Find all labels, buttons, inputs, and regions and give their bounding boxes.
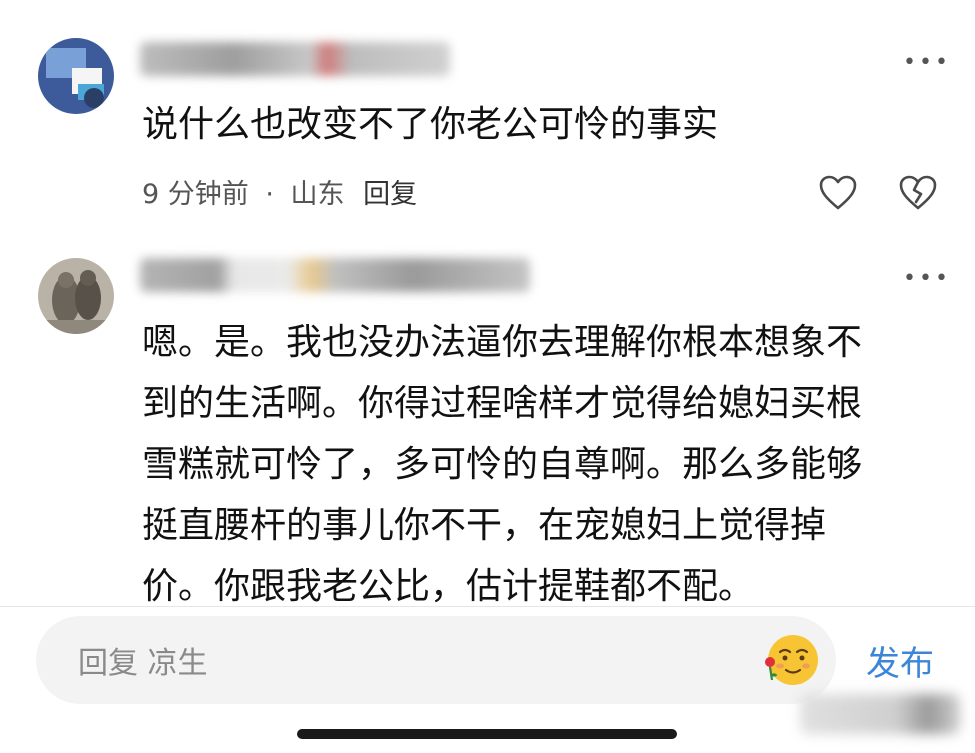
more-dots-icon[interactable]: ••• bbox=[903, 266, 951, 291]
comment-location: 山东 bbox=[290, 179, 345, 210]
emoji-icon[interactable] bbox=[760, 630, 822, 692]
avatar-image bbox=[38, 38, 114, 114]
broken-heart-icon[interactable] bbox=[898, 174, 938, 212]
heart-icon[interactable] bbox=[818, 174, 858, 212]
avatar[interactable] bbox=[38, 258, 114, 334]
comment-line: 挺直腰杆的事儿你不干，在宠媳妇上觉得掉 bbox=[142, 505, 827, 546]
comment-time: 9 分钟前 bbox=[142, 179, 249, 210]
comment-line: 到的生活啊。你得过程啥样才觉得给媳妇买根 bbox=[142, 383, 863, 424]
reply-placeholder: 回复 凉生 bbox=[78, 646, 208, 681]
watermark bbox=[800, 694, 960, 734]
home-indicator[interactable] bbox=[297, 729, 677, 739]
comment-text: 说什么也改变不了你老公可怜的事实 bbox=[142, 104, 719, 145]
avatar[interactable] bbox=[38, 38, 114, 114]
comment-line: 雪糕就可怜了，多可怜的自尊啊。那么多能够 bbox=[142, 444, 863, 485]
comment-meta: 9 分钟前 · 山东 回复 bbox=[142, 172, 417, 211]
meta-separator: · bbox=[265, 179, 274, 210]
comment-line: 嗯。是。我也没办法逼你去理解你根本想象不 bbox=[142, 322, 863, 363]
username[interactable] bbox=[140, 258, 530, 292]
comment-line: 价。你跟我老公比，估计提鞋都不配。 bbox=[142, 566, 755, 607]
username[interactable] bbox=[140, 42, 450, 76]
more-dots-icon[interactable]: ••• bbox=[903, 50, 951, 75]
publish-button[interactable]: 发布 bbox=[866, 636, 934, 685]
avatar-image bbox=[38, 258, 114, 334]
comment-text: 嗯。是。我也没办法逼你去理解你根本想象不 到的生活啊。你得过程啥样才觉得给媳妇买… bbox=[142, 312, 862, 617]
reply-button[interactable]: 回复 bbox=[363, 179, 417, 210]
divider bbox=[0, 606, 975, 607]
